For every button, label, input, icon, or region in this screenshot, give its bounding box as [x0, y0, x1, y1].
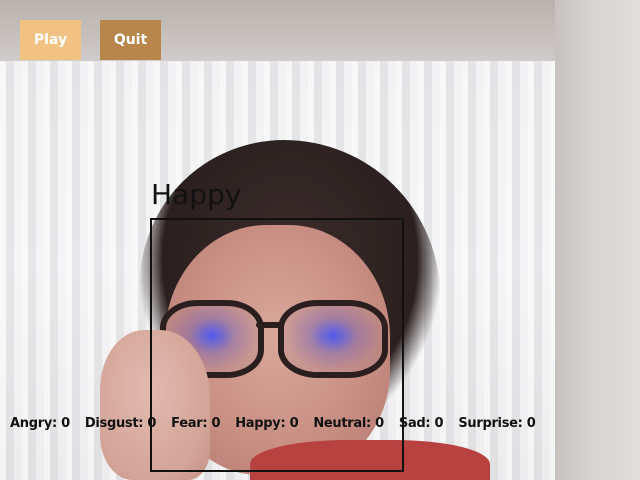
count-happy: Happy: 0 — [235, 416, 299, 431]
count-fear: Fear: 0 — [171, 416, 221, 431]
count-neutral: Neutral: 0 — [313, 416, 384, 431]
count-surprise: Surprise: 0 — [458, 416, 536, 431]
emotion-counts-bar: Angry: 0 Disgust: 0 Fear: 0 Happy: 0 Neu… — [10, 416, 630, 434]
emotion-detector-window: Play Quit Happy Angry: 0 Disgust: 0 Fear… — [0, 0, 640, 480]
count-sad: Sad: 0 — [398, 416, 444, 431]
ceiling — [0, 0, 640, 60]
quit-button[interactable]: Quit — [100, 20, 161, 60]
curtain-rod — [0, 55, 560, 61]
count-angry: Angry: 0 — [10, 416, 70, 431]
detected-emotion-label: Happy — [151, 178, 242, 211]
room-wall — [555, 0, 640, 480]
play-button[interactable]: Play — [20, 20, 81, 60]
count-disgust: Disgust: 0 — [84, 416, 157, 431]
